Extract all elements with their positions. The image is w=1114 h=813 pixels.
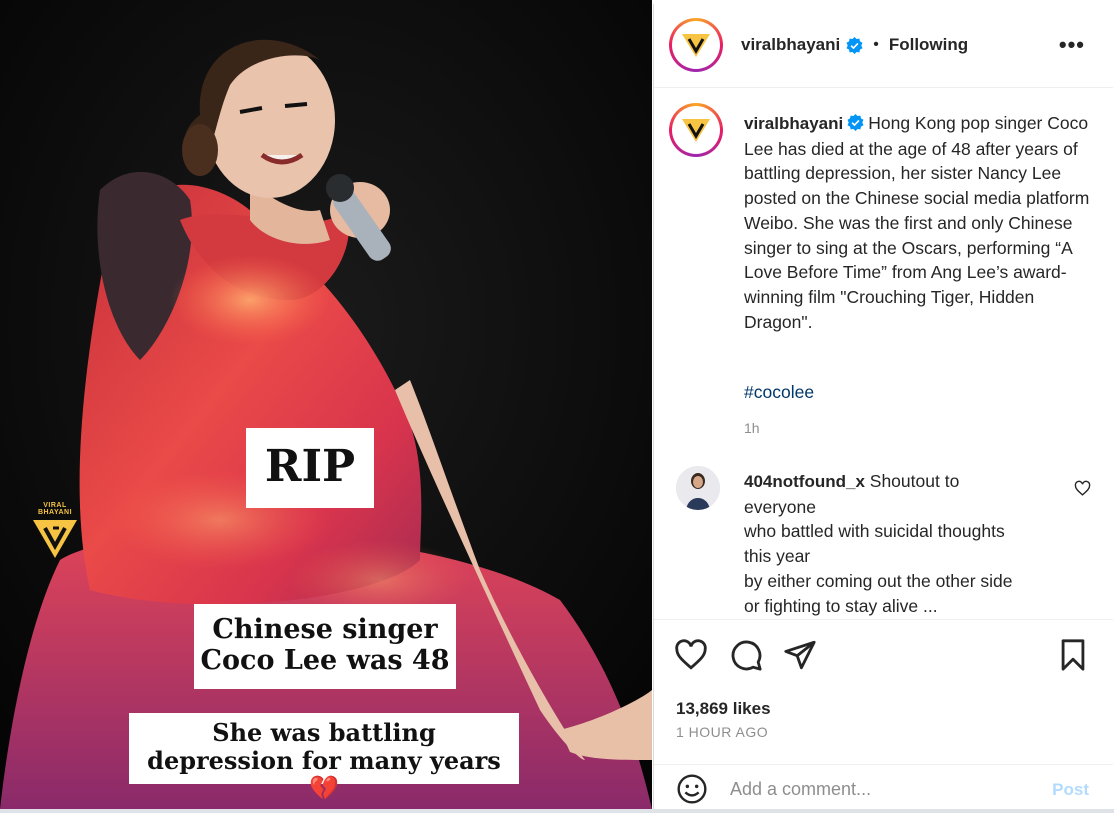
- rip-overlay: RIP: [246, 428, 374, 508]
- caption-body: Hong Kong pop singer Coco Lee has died a…: [744, 113, 1090, 332]
- brand-logo-icon: [682, 34, 710, 57]
- following-button[interactable]: Following: [889, 35, 968, 55]
- commenter-username[interactable]: 404notfound_x: [744, 472, 865, 491]
- verified-badge-icon: [846, 36, 863, 54]
- caption-text-block: viralbhayani Hong Kong pop singer Coco L…: [744, 111, 1094, 334]
- post-timestamp: 1 HOUR AGO: [676, 724, 769, 740]
- battling-line-2: depression for many years 💔: [129, 745, 519, 803]
- viral-bhayani-watermark: VIRAL BHAYANI: [28, 502, 82, 565]
- comment-line-2: everyone: [744, 496, 816, 517]
- header-separator: •: [873, 36, 879, 53]
- caption-timestamp: 1h: [744, 420, 760, 436]
- hashtag-link[interactable]: #cocolee: [744, 382, 814, 403]
- save-bookmark-icon[interactable]: [1056, 638, 1090, 672]
- broken-heart-icon: 💔: [309, 774, 339, 803]
- commenter-avatar[interactable]: [676, 466, 720, 510]
- battling-line-2-text: depression for many years: [147, 745, 501, 775]
- header-avatar[interactable]: [669, 18, 723, 72]
- window-bottom-edge: [0, 809, 1114, 813]
- caption-username[interactable]: viralbhayani: [744, 114, 843, 133]
- header-username[interactable]: viralbhayani: [741, 35, 840, 55]
- comment-line-3: who battled with suicidal thoughts: [744, 521, 1005, 542]
- depression-overlay: She was battling depression for many yea…: [129, 713, 519, 802]
- more-options-icon[interactable]: •••: [1059, 32, 1085, 58]
- like-heart-icon[interactable]: [674, 638, 708, 672]
- verified-badge-icon: [847, 114, 864, 131]
- brand-logo-icon: [682, 119, 710, 142]
- battling-line-1: She was battling: [212, 718, 436, 747]
- comment-line-5: by either coming out the other side: [744, 570, 1013, 591]
- share-paper-plane-icon[interactable]: [783, 638, 817, 672]
- comment-line-6: or fighting to stay alive ...: [744, 595, 938, 616]
- singer-age-overlay: Chinese singer Coco Lee was 48: [194, 604, 456, 689]
- header-user-line: viralbhayani • Following: [741, 35, 968, 55]
- add-comment-bar: Post: [654, 764, 1113, 810]
- singer-line-1: Chinese singer: [212, 614, 438, 645]
- comment-bubble-icon[interactable]: [729, 638, 763, 672]
- watermark-text: VIRAL BHAYANI: [37, 502, 73, 516]
- comments-scroll-area[interactable]: viralbhayani Hong Kong pop singer Coco L…: [654, 89, 1113, 619]
- post-actions: 13,869 likes 1 HOUR AGO Post: [654, 619, 1113, 809]
- watermark-logo-icon: [33, 520, 77, 558]
- emoji-picker-icon[interactable]: [676, 773, 708, 805]
- comment-like-heart-icon[interactable]: [1074, 480, 1091, 497]
- rip-text: RIP: [264, 441, 356, 492]
- comment-text-block: 404notfound_x Shoutout to everyone who b…: [744, 469, 1054, 618]
- likes-count[interactable]: 13,869 likes: [676, 699, 771, 719]
- post-side-panel: viralbhayani • Following ••• viralbhayan: [653, 4, 1113, 809]
- comment-line-4: this year: [744, 546, 811, 567]
- commenter-photo: [676, 466, 720, 510]
- post-image[interactable]: RIP Chinese singer Coco Lee was 48 She w…: [0, 0, 652, 809]
- post-comment-button[interactable]: Post: [1052, 780, 1089, 800]
- singer-line-2: Coco Lee was 48: [200, 645, 450, 677]
- comment-line-1: Shoutout to: [869, 471, 960, 491]
- post-header: viralbhayani • Following •••: [654, 4, 1113, 88]
- add-comment-input[interactable]: [730, 775, 1030, 803]
- caption-avatar[interactable]: [669, 103, 723, 157]
